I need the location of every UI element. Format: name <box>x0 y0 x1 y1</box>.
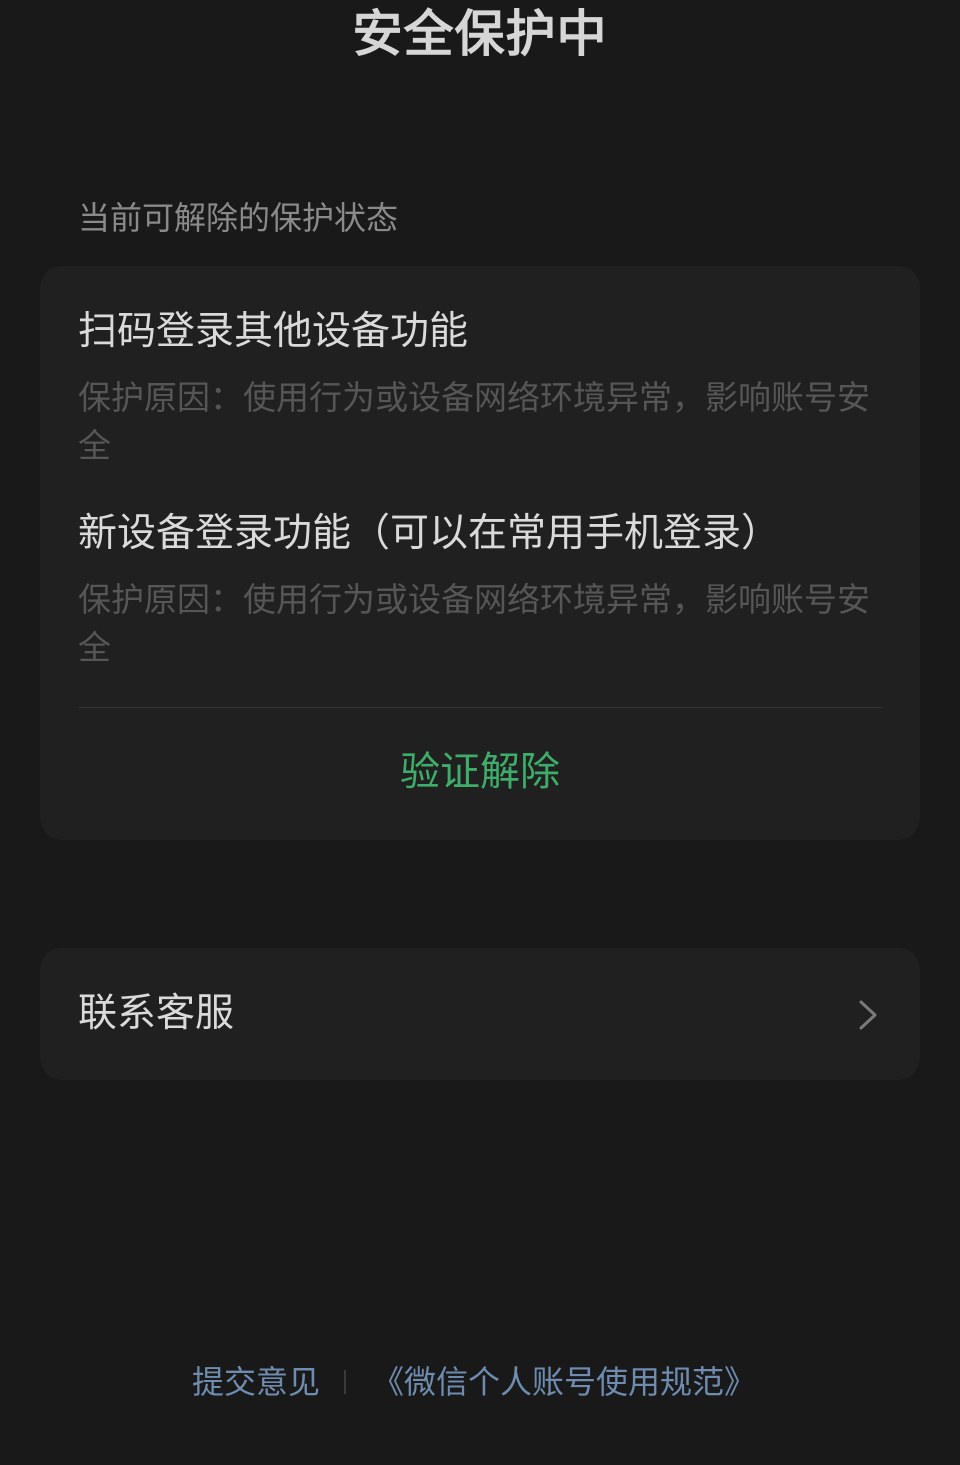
divider <box>78 707 883 708</box>
chevron-right-icon <box>859 1000 877 1030</box>
footer-separator <box>344 1370 346 1394</box>
protection-item-new-device-login: 新设备登录功能（可以在常用手机登录） 保护原因：使用行为或设备网络环境异常，影响… <box>78 508 884 672</box>
contact-service-label: 联系客服 <box>78 991 235 1036</box>
protection-item-title: 新设备登录功能（可以在常用手机登录） <box>78 511 781 556</box>
account-terms-link[interactable]: 《微信个人账号使用规范》 <box>372 1358 756 1406</box>
footer: 提交意见 《微信个人账号使用规范》 <box>0 1358 960 1406</box>
protection-card: 扫码登录其他设备功能 保护原因：使用行为或设备网络环境异常，影响账号安全 新设备… <box>40 266 920 840</box>
contact-service-row[interactable]: 联系客服 <box>40 948 920 1080</box>
section-label: 当前可解除的保护状态 <box>78 199 399 237</box>
verify-unlock-button[interactable]: 验证解除 <box>40 740 920 804</box>
page-title: 安全保护中 <box>352 5 608 63</box>
feedback-link[interactable]: 提交意见 <box>192 1358 320 1406</box>
protection-item-title: 扫码登录其他设备功能 <box>78 309 469 354</box>
protection-item-reason: 保护原因：使用行为或设备网络环境异常，影响账号安全 <box>78 580 870 667</box>
protection-item-qr-login: 扫码登录其他设备功能 保护原因：使用行为或设备网络环境异常，影响账号安全 <box>78 306 884 470</box>
protection-item-reason: 保护原因：使用行为或设备网络环境异常，影响账号安全 <box>78 378 870 465</box>
